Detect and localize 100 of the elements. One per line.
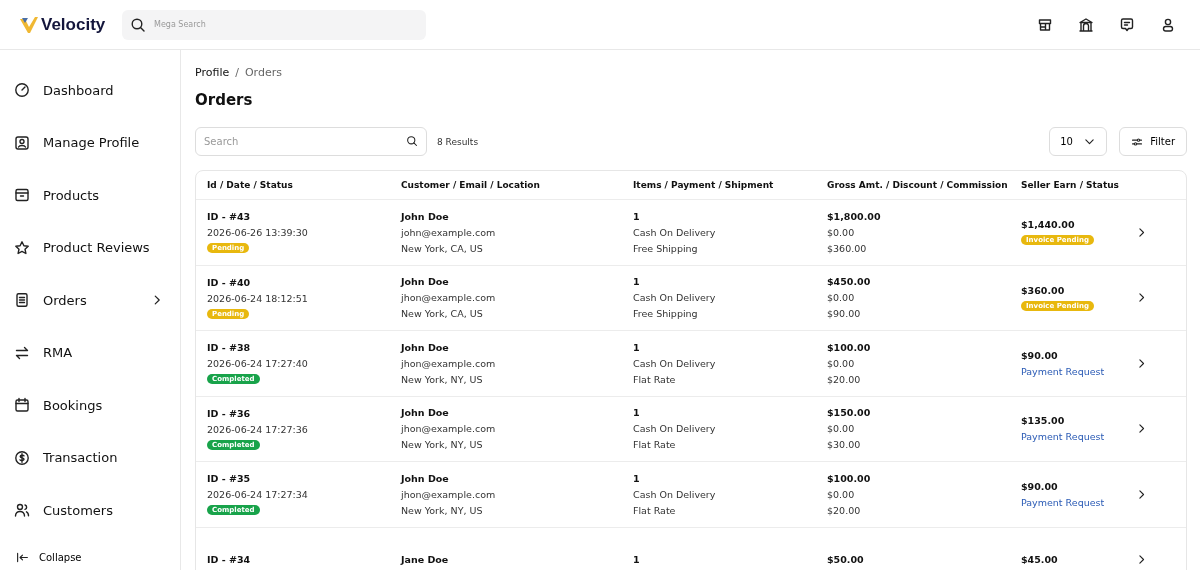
table-cell-text: $20.00	[827, 373, 862, 385]
table-cell-text: $20.00	[827, 504, 862, 516]
table-cell-text: $90.00	[827, 308, 862, 320]
payment-request-link[interactable]: Payment Request	[1021, 496, 1105, 508]
swap-arrows-icon	[14, 344, 30, 361]
column-header: Seller Earn / Status	[1021, 180, 1120, 190]
table-cell-text: $0.00	[827, 423, 856, 435]
chat-icon	[1119, 16, 1135, 33]
sidebar-item[interactable]: Product Reviews	[0, 221, 180, 274]
table-cell-text: $450.00	[827, 276, 872, 288]
table-cell-text: $45.00	[1021, 554, 1059, 566]
table-cell-text: 1	[633, 554, 641, 566]
table-cell-text: 2026-06-24 17:27:34	[207, 489, 309, 501]
table-cell-text: $100.00	[827, 341, 872, 353]
sidebar-item[interactable]: Transaction	[0, 431, 180, 484]
table-cell-text: Flat Rate	[633, 504, 677, 516]
column-header: Customer / Email / Location	[401, 180, 541, 190]
table-cell-text: New York, CA, US	[401, 308, 484, 320]
table-cell-text: ID - #40	[207, 276, 252, 288]
sidebar-item[interactable]: RMA	[0, 326, 180, 379]
table-cell-text: 2026-06-26 13:39:30	[207, 227, 309, 239]
table-cell-text: $360.00	[1021, 284, 1066, 296]
sliders-icon	[1131, 135, 1144, 148]
per-page-select[interactable]: 10	[1049, 127, 1108, 156]
table-cell-text: $100.00	[827, 472, 872, 484]
search-field[interactable]: Search	[195, 127, 427, 156]
table-cell-text: John Doe	[401, 276, 450, 288]
table-cell-text: $360.00	[827, 242, 868, 254]
search-icon	[130, 16, 146, 33]
table-cell-text: 2026-06-24 18:12:51	[207, 292, 309, 304]
table-cell-text: $90.00	[1021, 480, 1059, 492]
collapse-icon	[16, 550, 29, 564]
payment-request-link[interactable]: Payment Request	[1021, 431, 1105, 443]
table-cell-text: $135.00	[1021, 415, 1066, 427]
breadcrumb-separator: /	[235, 66, 239, 79]
table-cell-text: Jane Doe	[401, 554, 450, 566]
brand-name: Velocity	[41, 14, 106, 35]
table-cell-text: $0.00	[827, 357, 856, 369]
table-cell-text: 2026-06-24 17:27:36	[207, 423, 309, 435]
table-cell-text: ID - #38	[207, 342, 252, 354]
table-cell-text: $1,440.00	[1021, 219, 1076, 231]
table-cell-text: john@example.com	[401, 226, 497, 238]
table-cell-text: New York, NY, US	[401, 439, 484, 451]
users-icon	[14, 502, 30, 519]
table-cell-text: $50.00	[827, 554, 865, 566]
page-title: Orders	[195, 91, 254, 109]
table-cell-text: Cash On Delivery	[633, 226, 717, 238]
table-cell-text: 1	[633, 341, 641, 353]
logo-icon	[20, 16, 38, 33]
table-cell-text: John Doe	[401, 341, 450, 353]
table-cell-text: New York, NY, US	[401, 504, 484, 516]
breadcrumb-link[interactable]: Profile	[195, 66, 230, 79]
results-count: 8 Results	[437, 136, 479, 147]
sidebar-item[interactable]: Dashboard	[0, 64, 180, 117]
table-cell-text: jhon@example.com	[401, 488, 497, 500]
table-cell-text: Flat Rate	[633, 373, 677, 385]
table-cell-text: Flat Rate	[633, 439, 677, 451]
table-cell-text: jhon@example.com	[401, 357, 497, 369]
table-cell-text: 1	[633, 210, 641, 222]
column-header: Gross Amt. / Discount / Commission	[827, 180, 1009, 190]
table-cell-text: $1,800.00	[827, 210, 882, 222]
breadcrumb-current: Orders	[244, 66, 282, 79]
sidebar-item[interactable]: Manage Profile	[0, 116, 180, 169]
filter-button[interactable]: Filter	[1119, 127, 1187, 156]
column-header: Items / Payment / Shipment	[633, 180, 775, 190]
table-cell-text: John Doe	[401, 407, 450, 419]
table-cell-text: New York, CA, US	[401, 242, 484, 254]
sidebar-item[interactable]: Products	[0, 169, 180, 222]
table-cell-text: 1	[633, 407, 641, 419]
bank-icon	[1078, 16, 1094, 33]
table-cell-text: 1	[633, 276, 641, 288]
table-cell-text: 2026-06-24 17:27:40	[207, 358, 309, 370]
gauge-icon	[14, 82, 30, 99]
table-cell-text: ID - #43	[207, 211, 252, 223]
dollar-coin-icon	[14, 449, 30, 466]
table-cell-text: New York, NY, US	[401, 373, 484, 385]
calendar-icon	[14, 397, 30, 414]
table-cell-text: ID - #34	[207, 554, 252, 566]
id-card-icon	[14, 134, 30, 151]
storefront-icon	[1037, 16, 1053, 33]
table-cell-text: $150.00	[827, 407, 872, 419]
table-cell-text: jhon@example.com	[401, 423, 497, 435]
payment-request-link[interactable]: Payment Request	[1021, 365, 1105, 377]
table-cell-text: Free Shipping	[633, 242, 699, 254]
table-cell-text: Cash On Delivery	[633, 423, 717, 435]
table-cell-text: $0.00	[827, 292, 856, 304]
sidebar-item[interactable]: Orders	[0, 274, 180, 327]
table-cell-text: Cash On Delivery	[633, 357, 717, 369]
table-cell-text: John Doe	[401, 472, 450, 484]
table-cell-text: 1	[633, 472, 641, 484]
sidebar-item[interactable]: Customers	[0, 484, 180, 537]
table-cell-text: ID - #35	[207, 473, 252, 485]
table-cell-text: ID - #36	[207, 407, 252, 419]
star-icon	[14, 239, 30, 256]
sidebar-item[interactable]: Bookings	[0, 379, 180, 432]
user-icon	[1160, 16, 1176, 33]
table-cell-text: $0.00	[827, 226, 856, 238]
search-field[interactable]: Mega Search	[122, 9, 426, 40]
table-cell-text: Cash On Delivery	[633, 488, 717, 500]
table-cell-text: jhon@example.com	[401, 292, 497, 304]
